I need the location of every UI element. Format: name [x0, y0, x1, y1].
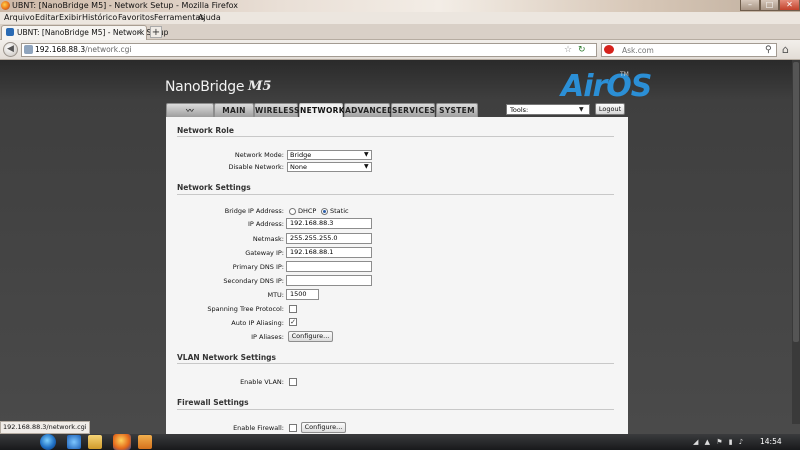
network-mode-select[interactable]: Bridge — [287, 150, 372, 160]
tab-wireless[interactable]: WIRELESS — [254, 103, 299, 117]
folder-icon[interactable] — [88, 435, 102, 449]
section-title-firewall: Firewall Settings — [177, 398, 249, 407]
status-text: 192.168.88.3/network.cgi — [3, 423, 87, 431]
chevron-down-icon[interactable]: ▼ — [579, 104, 584, 115]
firefox-icon — [1, 1, 10, 10]
minimize-button[interactable]: – — [740, 0, 760, 11]
maximize-button[interactable]: □ — [760, 0, 779, 11]
tab-ubnt-logo[interactable]: 〰 — [166, 103, 214, 117]
menu-ferramentas[interactable]: Ferramentas — [154, 12, 204, 24]
section-title-network-role: Network Role — [177, 126, 234, 135]
stp-label: Spanning Tree Protocol: — [207, 305, 284, 313]
mtu-label: MTU: — [267, 291, 284, 299]
netmask-field[interactable]: 255.255.255.0 — [286, 233, 372, 244]
disable-network-select[interactable]: None — [287, 162, 372, 172]
menu-favoritos[interactable]: Favoritos — [118, 12, 154, 24]
enable-firewall-label: Enable Firewall: — [233, 424, 284, 432]
dhcp-radio[interactable] — [289, 208, 296, 215]
search-icon[interactable]: ⚲ — [765, 43, 772, 57]
enable-firewall-checkbox[interactable] — [289, 424, 297, 432]
section-title-vlan: VLAN Network Settings — [177, 353, 277, 362]
reload-icon[interactable]: ↻ — [578, 43, 586, 57]
tab-close-icon[interactable]: × — [136, 25, 143, 40]
url-text[interactable]: 192.168.88.3/network.cgi — [35, 43, 131, 57]
stp-checkbox[interactable] — [289, 305, 297, 313]
ip-address-field[interactable]: 192.168.88.3 — [286, 218, 372, 229]
auto-ip-label: Auto IP Aliasing: — [231, 319, 284, 327]
device-model: M5 — [248, 79, 272, 94]
start-button-icon[interactable] — [40, 434, 56, 450]
chevron-down-icon[interactable]: ▼ — [364, 151, 369, 158]
mtu-field[interactable]: 1500 — [286, 289, 319, 300]
new-tab-button[interactable]: + — [150, 26, 162, 38]
section-title-network-settings: Network Settings — [177, 183, 251, 192]
tab-services[interactable]: SERVICES — [391, 103, 435, 117]
menu-editar[interactable]: Editar — [35, 12, 59, 24]
tab-system[interactable]: SYSTEM — [436, 103, 478, 117]
disable-network-label: Disable Network: — [228, 163, 284, 171]
gateway-label: Gateway IP: — [245, 249, 284, 257]
airos-logo: AirOS — [561, 69, 652, 104]
tools-select[interactable]: Tools: — [506, 104, 590, 115]
section-divider — [177, 409, 614, 410]
logout-button[interactable]: Logout — [595, 103, 625, 115]
internet-explorer-icon[interactable] — [67, 435, 81, 449]
device-brand: NanoBridge — [165, 79, 245, 95]
primary-dns-label: Primary DNS IP: — [232, 263, 284, 271]
tab-advanced[interactable]: ADVANCED — [344, 103, 393, 117]
bridge-ip-label: Bridge IP Address: — [224, 207, 284, 215]
taskbar-clock[interactable]: 14:54 — [760, 434, 782, 450]
window-title: UBNT: [NanoBridge M5] - Network Setup - … — [12, 1, 239, 10]
airos-trademark: TM — [620, 71, 629, 78]
network-mode-label: Network Mode: — [234, 151, 284, 159]
back-button[interactable]: ◀ — [3, 42, 18, 57]
system-tray-icons[interactable]: ◢ ▲ ⚑ ▮ ♪ — [693, 436, 745, 448]
tab-title[interactable]: UBNT: [NanoBridge M5] - Network Setup — [17, 25, 168, 40]
static-radio[interactable] — [321, 208, 328, 215]
url-host: 192.168.88.3 — [35, 45, 86, 54]
ip-aliases-configure-button[interactable]: Configure... — [288, 331, 333, 342]
menu-historico[interactable]: Histórico — [82, 12, 117, 24]
url-path: /network.cgi — [85, 45, 132, 54]
ip-aliases-label: IP Aliases: — [251, 333, 284, 341]
scrollbar-thumb[interactable] — [793, 62, 799, 342]
menu-exibir[interactable]: Exibir — [59, 12, 82, 24]
tab-network[interactable]: NETWORK — [299, 103, 345, 117]
enable-vlan-checkbox[interactable] — [289, 378, 297, 386]
secondary-dns-label: Secondary DNS IP: — [223, 277, 284, 285]
search-engine-icon[interactable] — [604, 45, 614, 54]
chevron-down-icon[interactable]: ▼ — [364, 163, 369, 170]
netmask-label: Netmask: — [252, 235, 284, 243]
ip-address-label: IP Address: — [248, 220, 284, 228]
firewall-configure-button[interactable]: Configure... — [301, 422, 346, 433]
dhcp-radio-label[interactable]: DHCP — [298, 207, 316, 215]
gateway-field[interactable]: 192.168.88.1 — [286, 247, 372, 258]
home-icon[interactable]: ⌂ — [782, 43, 789, 57]
tab-favicon-icon — [6, 28, 14, 36]
menu-ajuda[interactable]: Ajuda — [198, 12, 221, 24]
bookmark-star-icon[interactable]: ☆ — [564, 43, 572, 57]
media-player-icon[interactable] — [138, 435, 152, 449]
close-window-button[interactable]: ✕ — [779, 0, 800, 11]
secondary-dns-field[interactable] — [286, 275, 372, 286]
menu-arquivo[interactable]: Arquivo — [4, 12, 35, 24]
static-radio-label[interactable]: Static — [330, 207, 349, 215]
auto-ip-checkbox[interactable]: ✓ — [289, 318, 297, 326]
enable-vlan-label: Enable VLAN: — [240, 378, 284, 386]
firefox-taskbar-icon[interactable] — [113, 434, 131, 450]
section-divider — [177, 363, 614, 364]
section-divider — [177, 136, 614, 137]
site-identity-icon[interactable] — [24, 45, 33, 54]
tab-main[interactable]: MAIN — [214, 103, 254, 117]
search-input[interactable] — [622, 43, 762, 57]
section-divider — [177, 194, 614, 195]
primary-dns-field[interactable] — [286, 261, 372, 272]
